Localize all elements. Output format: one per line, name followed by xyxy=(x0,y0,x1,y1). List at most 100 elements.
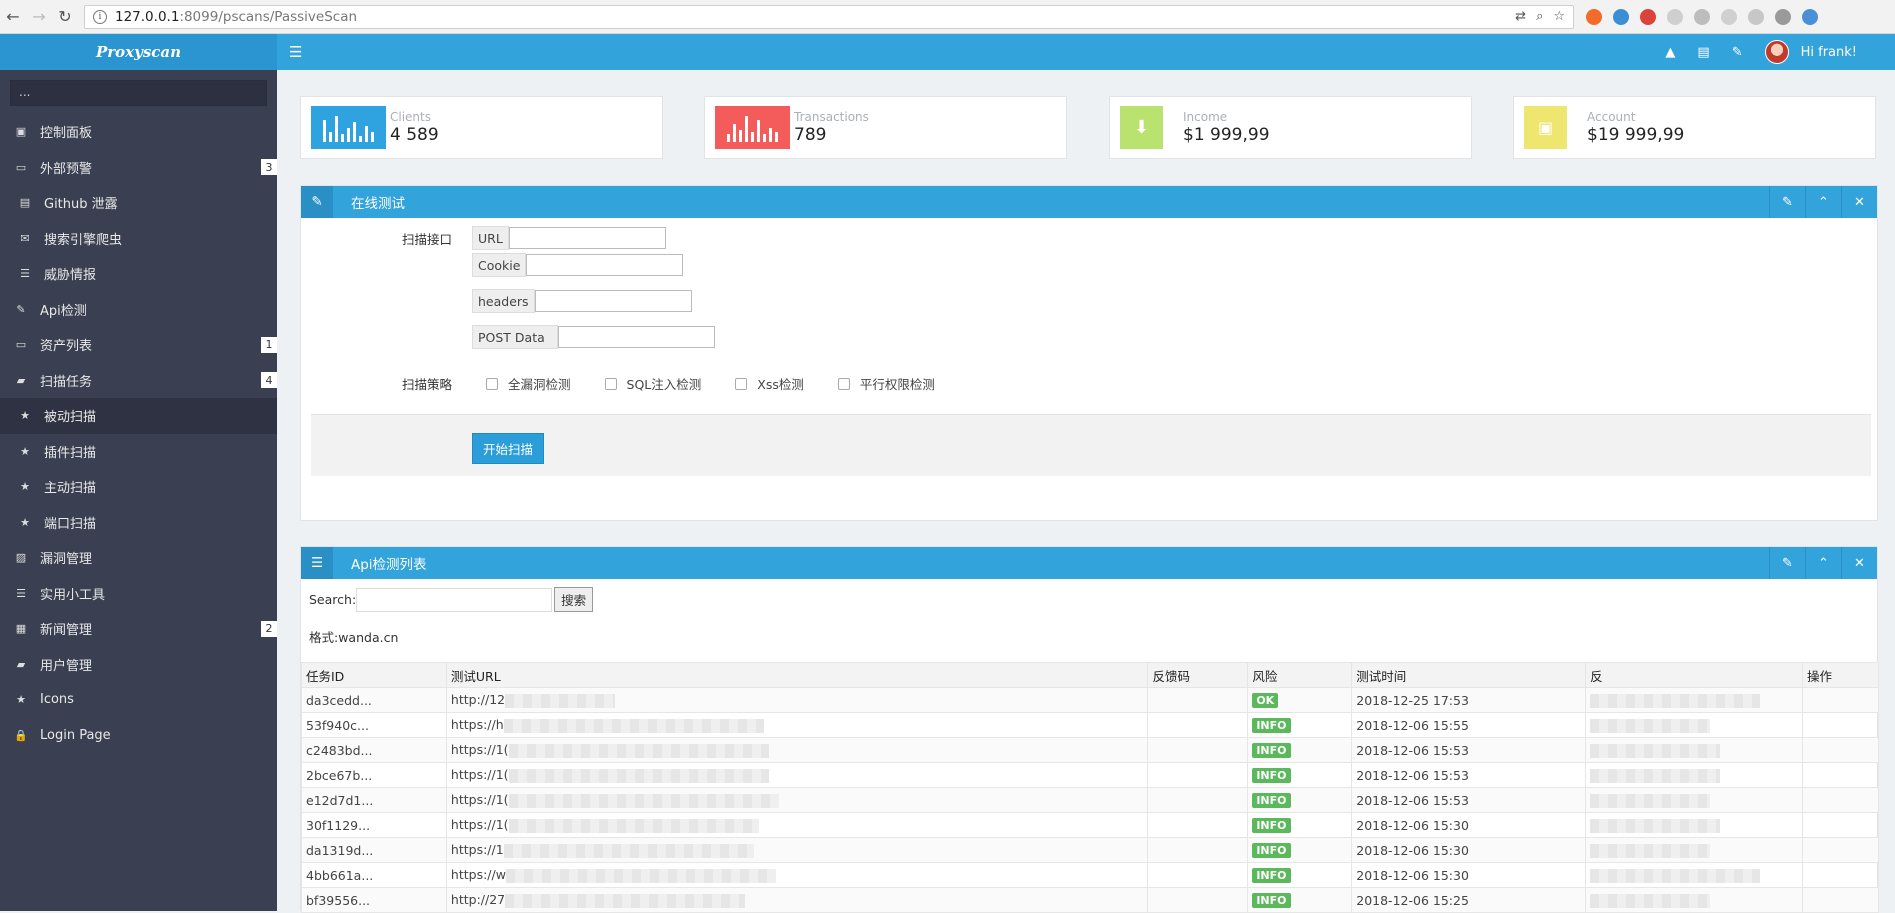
sidebar-item[interactable]: ▭ 资产列表 1 xyxy=(0,327,277,363)
sidebar-item[interactable]: ✉ 搜索引擎爬虫 xyxy=(0,221,277,257)
back-icon[interactable]: ← xyxy=(0,4,26,30)
extension-icon[interactable] xyxy=(1721,8,1737,25)
translate-icon[interactable]: ⇄ xyxy=(1515,9,1526,24)
column-header[interactable]: 反馈码 xyxy=(1147,662,1249,688)
sidebar-item[interactable]: ▭ 外部预警 3 xyxy=(0,150,277,186)
column-header[interactable]: 任务ID xyxy=(301,662,447,688)
results-table-wrapper: 任务ID 测试URL 反馈码 风险 测试时间反操作 da3cedd... http://1… xyxy=(301,662,1879,913)
sidebar-item[interactable]: ☰ 实用小工具 xyxy=(0,576,277,612)
close-icon[interactable]: ✕ xyxy=(1841,186,1877,218)
sidebar-item[interactable]: ▤ Github 泄露 xyxy=(0,185,277,221)
option-sql-injection[interactable]: SQL注入检测 xyxy=(604,374,701,393)
tasks-icon[interactable]: ▤ xyxy=(1697,45,1709,60)
column-header[interactable]: 测试URL xyxy=(445,662,1149,688)
actions-cell[interactable] xyxy=(1802,887,1879,913)
column-header[interactable]: 操作 xyxy=(1802,662,1879,688)
redacted-feedback xyxy=(1590,718,1711,733)
sidebar-item[interactable]: ★ Icons xyxy=(0,682,277,718)
info-icon[interactable]: i xyxy=(93,9,107,24)
extension-icon[interactable] xyxy=(1667,8,1683,25)
address-bar[interactable]: i 127.0.0.1:8099/pscans/PassiveScan ⇄ ⌕ … xyxy=(84,4,1574,29)
extension-icon[interactable] xyxy=(1640,8,1656,25)
column-header[interactable]: 反 xyxy=(1585,662,1804,688)
brand-logo[interactable]: Proxyscan xyxy=(0,34,277,70)
task-id-cell: e12d7d1... xyxy=(301,787,447,813)
sidebar-item[interactable]: 🔒 Login Page xyxy=(0,718,277,754)
sidebar-item[interactable]: ★ 被动扫描 xyxy=(0,398,277,434)
column-header[interactable]: 风险 xyxy=(1247,662,1353,688)
checkbox[interactable] xyxy=(837,377,850,390)
collapse-icon[interactable]: ⌃ xyxy=(1805,547,1841,579)
table-row[interactable]: 4bb661a... https://w INFO 2018-12-06 15:30 xyxy=(301,862,1879,888)
sidebar-item[interactable]: ▨ 漏洞管理 xyxy=(0,540,277,576)
close-icon[interactable]: ✕ xyxy=(1841,547,1877,579)
extension-icon[interactable] xyxy=(1748,8,1764,25)
cookie-input[interactable] xyxy=(526,254,684,276)
url-cell: https://1( xyxy=(445,737,1149,763)
actions-cell[interactable] xyxy=(1802,862,1879,888)
url-input[interactable] xyxy=(508,227,666,249)
bookmark-star-icon[interactable]: ☆ xyxy=(1553,9,1565,24)
sidebar-search-input[interactable]: ... xyxy=(10,80,267,106)
extension-icon[interactable] xyxy=(1775,8,1791,25)
checkbox[interactable] xyxy=(735,377,748,390)
sidebar-item[interactable]: ▣ 控制面板 xyxy=(0,114,277,150)
table-row[interactable]: c2483bd... https://1(INFO 2018-12-06 15:53 xyxy=(301,737,1879,763)
collapse-icon[interactable]: ⌃ xyxy=(1805,186,1841,218)
start-scan-button[interactable]: 开始扫描 xyxy=(472,433,545,464)
headers-input[interactable] xyxy=(534,290,692,312)
sidebar-item[interactable]: ▰ 用户管理 xyxy=(0,647,277,683)
user-menu[interactable]: Hi frank! xyxy=(1764,40,1857,64)
table-row[interactable]: 2bce67b... https://1(INFO 2018-12-06 15:53 xyxy=(301,762,1879,788)
extension-icon[interactable] xyxy=(1802,8,1818,25)
option-xss[interactable]: Xss检测 xyxy=(735,374,804,393)
wrench-icon[interactable]: ✎ xyxy=(1732,45,1743,60)
actions-cell[interactable] xyxy=(1802,837,1879,863)
column-header[interactable]: 测试时间 xyxy=(1351,662,1587,688)
zoom-icon[interactable]: ⌕ xyxy=(1536,9,1543,24)
table-row[interactable]: 30f1129... https://1(INFO 2018-12-06 15:30 xyxy=(301,812,1879,838)
sidebar-item[interactable]: ★ 插件扫描 xyxy=(0,434,277,470)
extension-icon[interactable] xyxy=(1586,8,1602,25)
actions-cell[interactable] xyxy=(1802,687,1879,713)
warning-icon[interactable]: ▲ xyxy=(1665,45,1675,60)
sidebar-item[interactable]: ▦ 新闻管理 2 xyxy=(0,611,277,647)
inbox-icon: ▤ xyxy=(19,196,31,210)
search-input[interactable] xyxy=(356,587,553,612)
option-privilege[interactable]: 平行权限检测 xyxy=(837,374,935,393)
table-row[interactable]: e12d7d1... https://1(INFO 2018-12-06 15:53 xyxy=(301,787,1879,813)
menu-toggle-icon[interactable]: ☰ xyxy=(289,43,302,61)
task-id-cell: 4bb661a... xyxy=(301,862,447,888)
stat-label: Account xyxy=(1587,109,1636,124)
checkbox[interactable] xyxy=(486,377,499,390)
actions-cell[interactable] xyxy=(1802,737,1879,763)
actions-cell[interactable] xyxy=(1802,712,1879,738)
forward-icon[interactable]: → xyxy=(26,4,52,30)
table-header-row: 任务ID 测试URL 反馈码 风险 测试时间反操作 xyxy=(301,662,1879,688)
count-badge: 2 xyxy=(261,620,277,637)
search-button[interactable]: 搜索 xyxy=(554,587,594,612)
task-id-cell: da1319d... xyxy=(301,837,447,863)
checkbox[interactable] xyxy=(604,377,617,390)
extension-icon[interactable] xyxy=(1694,8,1710,25)
avatar[interactable] xyxy=(1764,40,1789,64)
actions-cell[interactable] xyxy=(1802,787,1879,813)
actions-cell[interactable] xyxy=(1802,812,1879,838)
table-row[interactable]: 53f940c... https://h INFO 2018-12-06 15:55 xyxy=(301,712,1879,738)
actions-cell[interactable] xyxy=(1802,762,1879,788)
sidebar-item[interactable]: ☰ 威胁情报 xyxy=(0,256,277,292)
table-row[interactable]: da1319d... https://1 INFO 2018-12-06 15:30 xyxy=(301,837,1879,863)
sidebar-item[interactable]: ▰ 扫描任务 4 xyxy=(0,363,277,399)
sidebar-item[interactable]: ✎ Api检测 xyxy=(0,292,277,328)
reload-icon[interactable]: ↻ xyxy=(52,4,78,30)
sidebar-item[interactable]: ★ 端口扫描 xyxy=(0,505,277,541)
table-row[interactable]: da3cedd... http://12 OK 2018-12-25 17:53 xyxy=(301,687,1879,713)
wrench-icon[interactable]: ✎ xyxy=(1769,547,1805,579)
table-row[interactable]: bf39556... http://27 INFO 2018-12-06 15:25 xyxy=(301,887,1879,913)
post-data-input[interactable] xyxy=(557,326,715,348)
option-full-scan[interactable]: 全漏洞检测 xyxy=(486,374,571,393)
sidebar-item[interactable]: ★ 主动扫描 xyxy=(0,469,277,505)
wrench-icon[interactable]: ✎ xyxy=(1769,186,1805,218)
api-list-panel: ☰ Api检测列表 ✎ ⌃ ✕ Search: 搜索 格式:wanda.cn 任… xyxy=(300,546,1879,913)
extension-icon[interactable] xyxy=(1613,8,1629,25)
